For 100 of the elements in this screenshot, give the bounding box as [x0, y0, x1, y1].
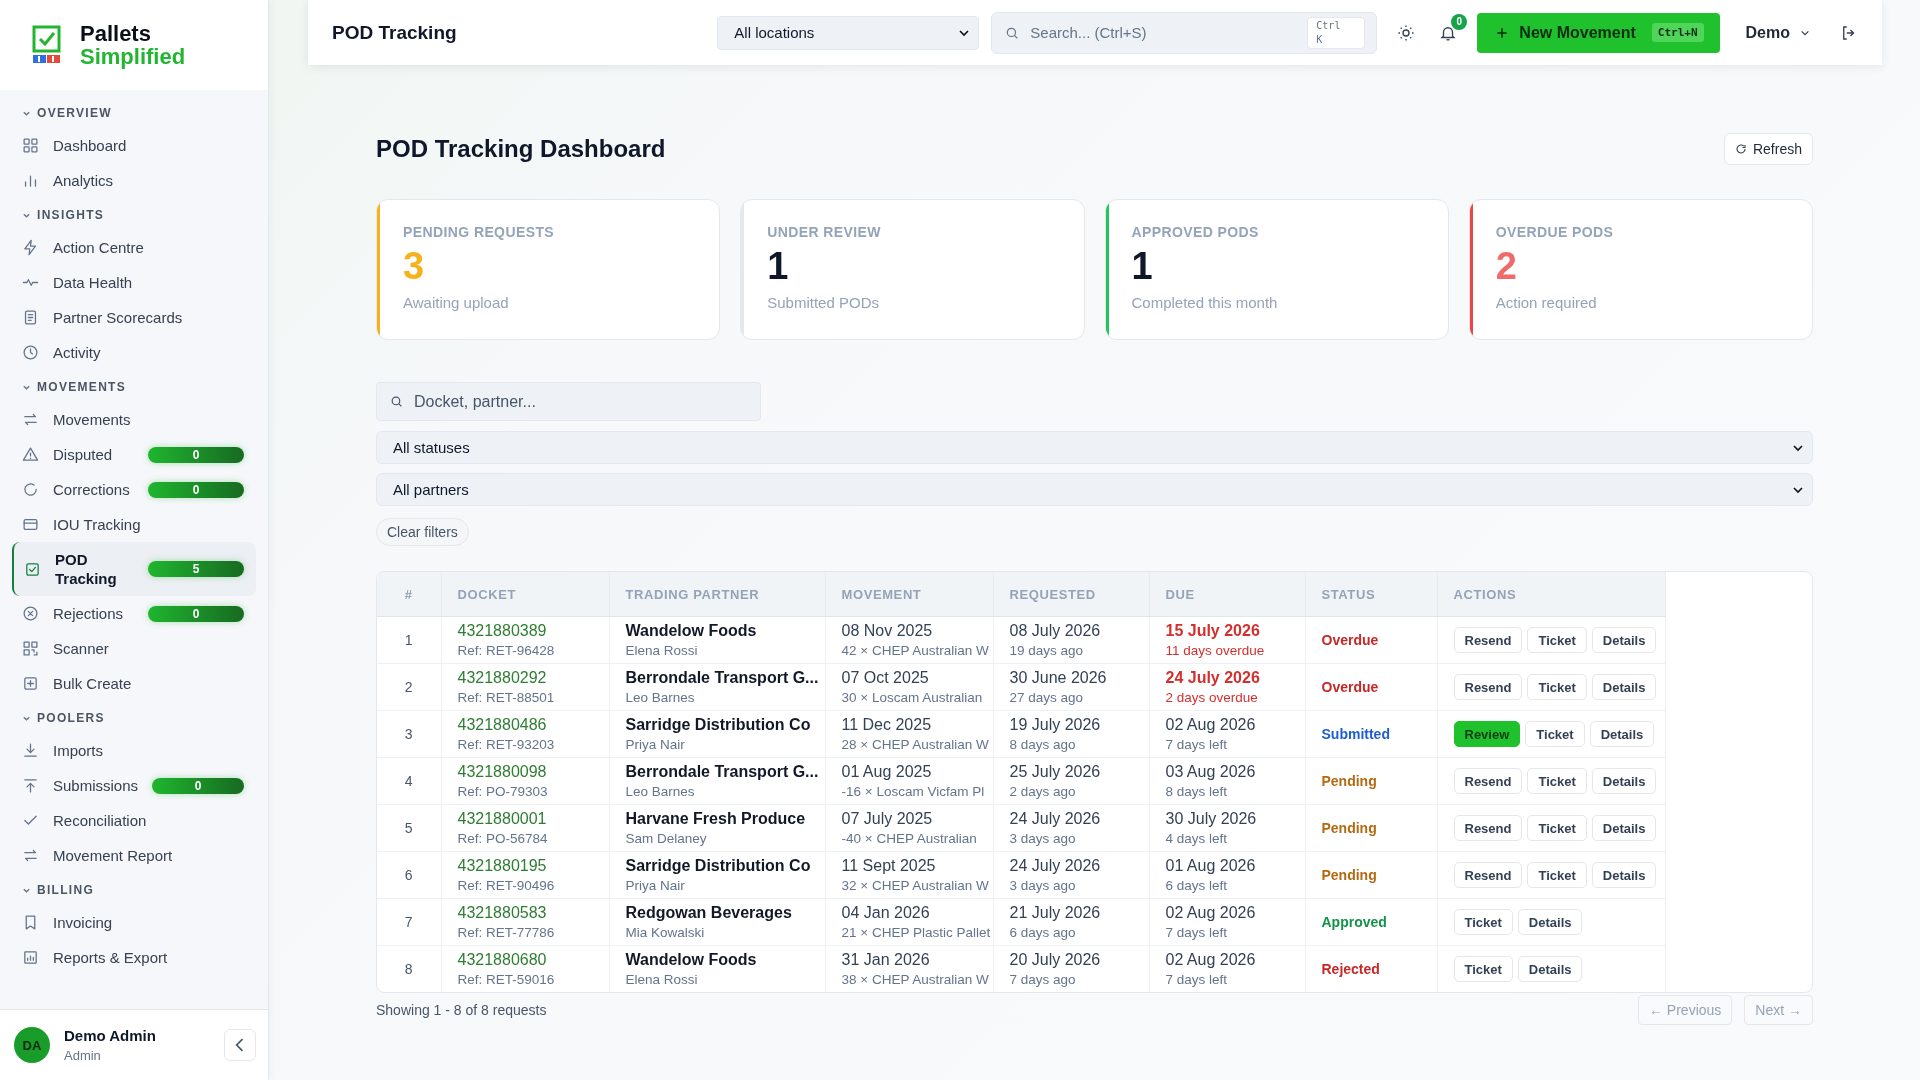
due-date: 15 July 2026	[1165, 621, 1261, 641]
brand-name: Pallets	[80, 22, 152, 45]
partner-select[interactable]: All partners	[376, 473, 1813, 506]
action-button[interactable]: Ticket	[1527, 768, 1587, 794]
sidebar-item[interactable]: IOU Tracking	[12, 507, 256, 542]
location-select[interactable]: All locations	[717, 15, 980, 50]
sidebar-item[interactable]: Movements	[12, 402, 256, 437]
card-value: 2	[1495, 244, 1518, 288]
partner-name: Berrondale Transport G...	[625, 762, 820, 782]
sidebar-item[interactable]: Reports & Export	[12, 940, 256, 975]
action-button[interactable]: Details	[1591, 862, 1657, 888]
section-heading: POOLERS	[37, 711, 105, 725]
user-menu[interactable]: Demo	[1739, 22, 1816, 43]
sidebar-item[interactable]: Data Health	[12, 265, 256, 300]
action-button[interactable]: Resend	[1453, 627, 1523, 653]
action-button[interactable]: Ticket	[1527, 627, 1587, 653]
action-button[interactable]: Ticket	[1527, 862, 1587, 888]
sidebar-item[interactable]: Invoicing	[12, 905, 256, 940]
brand-name: Simplified	[80, 45, 186, 68]
sidebar-item[interactable]: Disputed 0	[12, 437, 256, 472]
movement-date: 31 Jan 2026	[841, 950, 931, 970]
requested-ago: 6 days ago	[1009, 924, 1077, 942]
sidebar-item[interactable]: Partner Scorecards	[12, 300, 256, 335]
requested-ago: 2 days ago	[1009, 783, 1077, 801]
user-avatar: DA	[14, 1027, 50, 1063]
sidebar-item[interactable]: Dashboard	[12, 128, 256, 163]
sidebar-item[interactable]: Reconciliation	[12, 803, 256, 838]
docket-link[interactable]: 4321880680	[457, 949, 609, 970]
contact-name: Priya Nair	[625, 736, 686, 754]
sidebar-item[interactable]: Bulk Create	[12, 666, 256, 701]
docket-link[interactable]: 4321880001	[457, 808, 609, 829]
requested-date: 08 July 2026	[1009, 621, 1102, 641]
sidebar-item[interactable]: Imports	[12, 733, 256, 768]
docket-link[interactable]: 4321880583	[457, 902, 609, 923]
action-button[interactable]: Resend	[1453, 862, 1523, 888]
page-title: POD Tracking	[332, 21, 457, 44]
docket-link[interactable]: 4321880098	[457, 761, 609, 782]
plus-icon	[1495, 25, 1510, 40]
sidebar-item[interactable]: Activity	[12, 335, 256, 370]
requested-ago: 3 days ago	[1009, 830, 1077, 848]
new-movement-button[interactable]: New Movement Ctrl+N	[1477, 12, 1720, 53]
sidebar-item[interactable]: POD Tracking 5	[12, 542, 256, 596]
collapse-button[interactable]	[224, 1029, 256, 1061]
partner-name: Sarridge Distribution Co	[625, 715, 812, 735]
status-select[interactable]: All statuses	[376, 431, 1813, 464]
action-button[interactable]: Ticket	[1527, 815, 1587, 841]
search-icon	[1005, 25, 1020, 40]
clear-filters-button[interactable]: Clear filters	[376, 518, 469, 546]
requested-date: 24 July 2026	[1009, 809, 1102, 829]
action-button[interactable]: Details	[1589, 721, 1655, 747]
nav-icon	[22, 847, 39, 864]
movement-date: 08 Nov 2025	[841, 621, 934, 641]
sidebar-item[interactable]: Submissions 0	[12, 768, 256, 803]
movement-date: 11 Sept 2025	[841, 856, 937, 876]
action-button[interactable]: Resend	[1453, 674, 1523, 700]
sidebar-item[interactable]: Rejections 0	[12, 596, 256, 631]
action-button[interactable]: Ticket	[1453, 909, 1513, 935]
docket-link[interactable]: 4321880486	[457, 714, 609, 735]
movement-detail: 32 × CHEP Australian W	[841, 877, 990, 895]
row-number: 1	[404, 632, 413, 648]
sidebar-item[interactable]: Action Centre	[12, 230, 256, 265]
action-button[interactable]: Details	[1591, 768, 1657, 794]
sidebar-item[interactable]: Movement Report	[12, 838, 256, 873]
status-text: Pending	[1321, 773, 1377, 789]
action-button[interactable]: Details	[1517, 909, 1583, 935]
contact-name: Elena Rossi	[625, 642, 699, 660]
nav-icon	[22, 481, 39, 498]
contact-name: Elena Rossi	[625, 971, 699, 989]
action-button[interactable]: Resend	[1453, 768, 1523, 794]
refresh-button[interactable]: Refresh	[1723, 133, 1813, 165]
action-button[interactable]: Details	[1517, 956, 1583, 982]
row-number: 3	[404, 726, 413, 742]
contact-name: Leo Barnes	[625, 689, 696, 707]
partner-name: Wandelow Foods	[625, 950, 758, 970]
action-button[interactable]: Ticket	[1527, 674, 1587, 700]
review-button[interactable]: Review	[1453, 721, 1521, 747]
docket-link[interactable]: 4321880195	[457, 855, 609, 876]
sidebar-item[interactable]: Analytics	[12, 163, 256, 198]
sidebar-item[interactable]: Scanner	[12, 631, 256, 666]
nav-icon	[22, 309, 39, 326]
action-button[interactable]: Details	[1591, 815, 1657, 841]
status-text: Overdue	[1321, 679, 1379, 695]
action-button[interactable]: Details	[1591, 674, 1657, 700]
docket-link[interactable]: 4321880389	[457, 620, 609, 641]
docket-link[interactable]: 4321880292	[457, 667, 609, 688]
sidebar-item[interactable]: Corrections 0	[12, 472, 256, 507]
requested-date: 25 July 2026	[1009, 762, 1102, 782]
card-label: UNDER REVIEW	[767, 224, 882, 240]
contact-name: Leo Barnes	[625, 783, 696, 801]
filter-search-field[interactable]: Docket, partner...	[376, 382, 761, 421]
action-button[interactable]: Details	[1591, 627, 1657, 653]
section-heading: INSIGHTS	[37, 208, 105, 222]
results-summary: Showing 1 - 8 of 8 requests	[376, 1002, 547, 1018]
nav-icon	[22, 640, 39, 657]
sun-icon[interactable]	[1397, 23, 1416, 42]
action-button[interactable]: Ticket	[1453, 956, 1513, 982]
column-header: REQUESTED	[1009, 586, 1096, 602]
action-button[interactable]: Ticket	[1525, 721, 1585, 747]
due-note: 7 days left	[1165, 924, 1229, 942]
action-button[interactable]: Resend	[1453, 815, 1523, 841]
